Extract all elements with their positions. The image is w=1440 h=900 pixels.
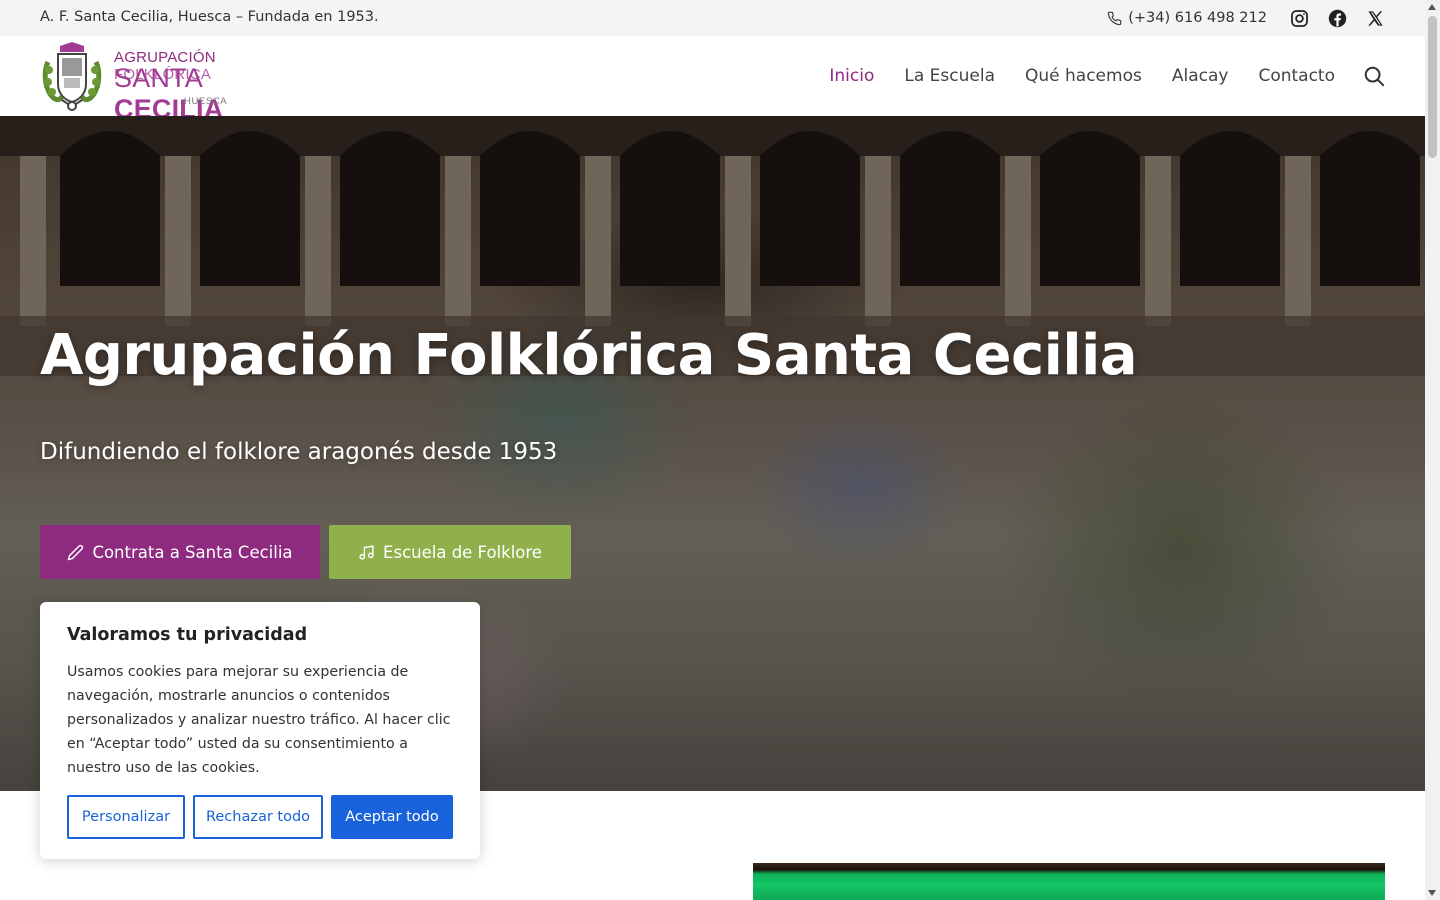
reject-all-button[interactable]: Rechazar todo (193, 795, 323, 839)
hero-title: Agrupación Folklórica Santa Cecilia (40, 323, 1138, 388)
cookie-title: Valoramos tu privacidad (67, 625, 308, 645)
cookie-body: Usamos cookies para mejorar su experienc… (67, 664, 451, 776)
scrollbar-thumb[interactable] (1428, 16, 1437, 158)
escuela-button[interactable]: Escuela de Folklore (329, 525, 571, 579)
crest-icon (40, 40, 104, 112)
escuela-button-label: Escuela de Folklore (383, 542, 542, 562)
contrata-button[interactable]: Contrata a Santa Cecilia (40, 525, 320, 579)
top-bar: A. F. Santa Cecilia, Huesca – Fundada en… (0, 0, 1425, 36)
hero-subtitle: Difundiendo el folklore aragonés desde 1… (40, 439, 558, 465)
scroll-up-arrow-icon[interactable] (1428, 4, 1436, 10)
logo-line-3: HUESCA (184, 96, 228, 107)
phone-link[interactable]: (+34) 616 498 212 (1107, 10, 1267, 26)
site-logo[interactable]: AGRUPACIÓN FOLKLÓRICA SANTA CECILIA HUES… (40, 40, 300, 124)
instagram-icon[interactable] (1289, 8, 1309, 28)
top-bar-tagline: A. F. Santa Cecilia, Huesca – Fundada en… (40, 9, 379, 25)
accept-all-button[interactable]: Aceptar todo (331, 795, 453, 839)
music-note-icon (358, 544, 375, 561)
cookie-consent-dialog: Valoramos tu privacidad Usamos cookies p… (40, 602, 480, 859)
nav-item-que-hacemos[interactable]: Qué hacemos (1025, 66, 1142, 86)
x-icon[interactable] (1365, 8, 1385, 28)
nav-item-contacto[interactable]: Contacto (1258, 66, 1335, 86)
top-bar-right: (+34) 616 498 212 (1107, 0, 1385, 36)
customize-button[interactable]: Personalizar (67, 795, 185, 839)
scroll-down-arrow-icon[interactable] (1428, 890, 1436, 896)
pen-icon (67, 544, 84, 561)
phone-number: (+34) 616 498 212 (1128, 10, 1267, 26)
search-icon[interactable] (1363, 65, 1385, 87)
nav-item-la-escuela[interactable]: La Escuela (904, 66, 995, 86)
contrata-button-label: Contrata a Santa Cecilia (92, 542, 293, 562)
phone-icon (1107, 11, 1122, 26)
logo-wordmark: AGRUPACIÓN FOLKLÓRICA SANTA CECILIA HUES… (114, 40, 300, 124)
content-image (753, 863, 1385, 900)
site-header: AGRUPACIÓN FOLKLÓRICA SANTA CECILIA HUES… (0, 36, 1425, 124)
page-scrollbar[interactable] (1425, 0, 1440, 900)
main-nav: Inicio La Escuela Qué hacemos Alacay Con… (799, 36, 1385, 116)
facebook-icon[interactable] (1327, 8, 1347, 28)
nav-item-inicio[interactable]: Inicio (829, 66, 874, 86)
nav-item-alacay[interactable]: Alacay (1172, 66, 1229, 86)
